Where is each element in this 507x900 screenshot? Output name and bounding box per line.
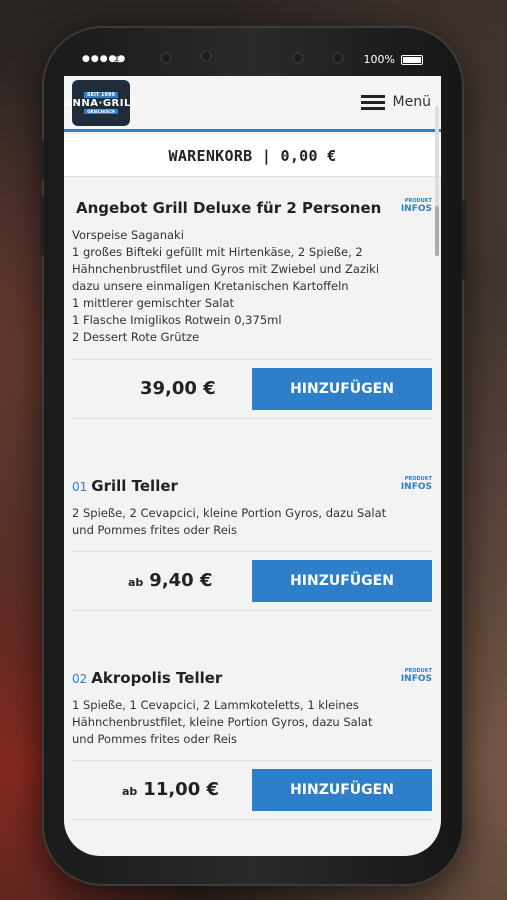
price-prefix: ab [122, 785, 138, 798]
camera-icon [292, 52, 304, 64]
price-value: 11,00 € [143, 779, 220, 800]
list-item: 02 Akropolis Teller PRODUKT INFOS 1 Spieß… [72, 667, 432, 748]
list-item: 01 Grill Teller PRODUKT INFOS 2 Spieße, 2… [72, 475, 432, 539]
item-price: ab 11,00 € [122, 779, 219, 800]
product-info-link[interactable]: PRODUKT INFOS [400, 475, 432, 492]
price-row: ab 11,00 € HINZUFÜGEN [72, 760, 432, 820]
product-info-link[interactable]: PRODUKT INFOS [400, 667, 432, 684]
item-title: Angebot Grill Deluxe für 2 Personen [72, 199, 432, 217]
item-price: 39,00 € [134, 378, 216, 399]
description-line: Vorspeise Saganaki [72, 228, 184, 242]
menu-button[interactable]: Menü [360, 94, 431, 110]
wifi-icon: ≋ [114, 53, 124, 66]
description-line: Hähnchenbrustfilet und Gyros mit Zwiebel… [72, 262, 380, 276]
logo-text: GRIECHISCH [84, 109, 118, 114]
item-title-text: Akropolis Teller [91, 669, 223, 687]
camera-icon [332, 52, 344, 64]
item-title: 01 Grill Teller [72, 477, 432, 495]
app-header: SEIT 1999 ANNA·GRILL GRIECHISCH Menü [64, 76, 441, 132]
description-line: 2 Spieße, 2 Cevapcici, kleine Portion Gy… [72, 506, 387, 520]
item-title-text: Angebot Grill Deluxe für 2 Personen [76, 199, 382, 217]
info-label-large: INFOS [400, 674, 432, 684]
phone-side-button [40, 196, 44, 256]
phone-side-button [462, 200, 466, 280]
cart-summary[interactable]: WARENKORB | 0,00 € [64, 135, 441, 177]
add-to-cart-button[interactable]: HINZUFÜGEN [252, 560, 432, 602]
description-line: dazu unsere einmaligen Kretanischen Kart… [72, 279, 349, 293]
brand-logo[interactable]: SEIT 1999 ANNA·GRILL GRIECHISCH [64, 80, 137, 126]
price-value: 39,00 € [140, 378, 216, 399]
list-item: Angebot Grill Deluxe für 2 Personen PROD… [72, 197, 432, 346]
description-line: 2 Dessert Rote Grütze [72, 330, 200, 344]
battery-icon [401, 55, 423, 65]
item-title: 02 Akropolis Teller [72, 669, 432, 687]
hamburger-icon [360, 95, 385, 110]
item-price: ab 9,40 € [128, 570, 213, 591]
logo-text: ANNA·GRILL [64, 98, 138, 109]
add-to-cart-button[interactable]: HINZUFÜGEN [252, 368, 432, 410]
camera-icon [160, 52, 172, 64]
price-row: ab 9,40 € HINZUFÜGEN [72, 551, 432, 611]
info-label-large: INFOS [400, 482, 432, 492]
add-to-cart-button[interactable]: HINZUFÜGEN [252, 769, 432, 811]
item-description: 1 Spieße, 1 Cevapcici, 2 Lammkoteletts, … [72, 697, 432, 748]
description-line: 1 Flasche Imiglikos Rotwein 0,375ml [72, 313, 282, 327]
app-screen: SEIT 1999 ANNA·GRILL GRIECHISCH Menü WAR… [64, 76, 441, 856]
item-description: Vorspeise Saganaki 1 großes Bifteki gefü… [72, 227, 432, 346]
scrollbar-thumb[interactable] [435, 206, 439, 256]
phone-side-button [40, 140, 44, 180]
info-label-large: INFOS [400, 204, 432, 214]
product-info-link[interactable]: PRODUKT INFOS [400, 197, 432, 214]
item-number: 01 [72, 480, 88, 494]
item-title-text: Grill Teller [91, 477, 178, 495]
cart-label: WARENKORB | 0,00 € [168, 146, 337, 165]
price-row: 39,00 € HINZUFÜGEN [72, 359, 432, 419]
description-line: 1 großes Bifteki gefüllt mit Hirtenkäse,… [72, 245, 363, 259]
item-number: 02 [72, 672, 88, 686]
menu-label: Menü [392, 94, 431, 110]
description-line: Hähnchenbrustfilet, kleine Portion Gyros… [72, 715, 373, 729]
price-prefix: ab [128, 576, 144, 589]
status-bar: ●●●●● ≋ 100% [64, 44, 441, 76]
description-line: 1 mittlerer gemischter Salat [72, 296, 235, 310]
item-description: 2 Spieße, 2 Cevapcici, kleine Portion Gy… [72, 505, 432, 539]
description-line: und Pommes frites oder Reis [72, 523, 237, 537]
price-value: 9,40 € [149, 570, 213, 591]
description-line: 1 Spieße, 1 Cevapcici, 2 Lammkoteletts, … [72, 698, 359, 712]
camera-icon [200, 50, 212, 62]
description-line: und Pommes frites oder Reis [72, 732, 237, 746]
battery-percentage: 100% [363, 53, 395, 66]
